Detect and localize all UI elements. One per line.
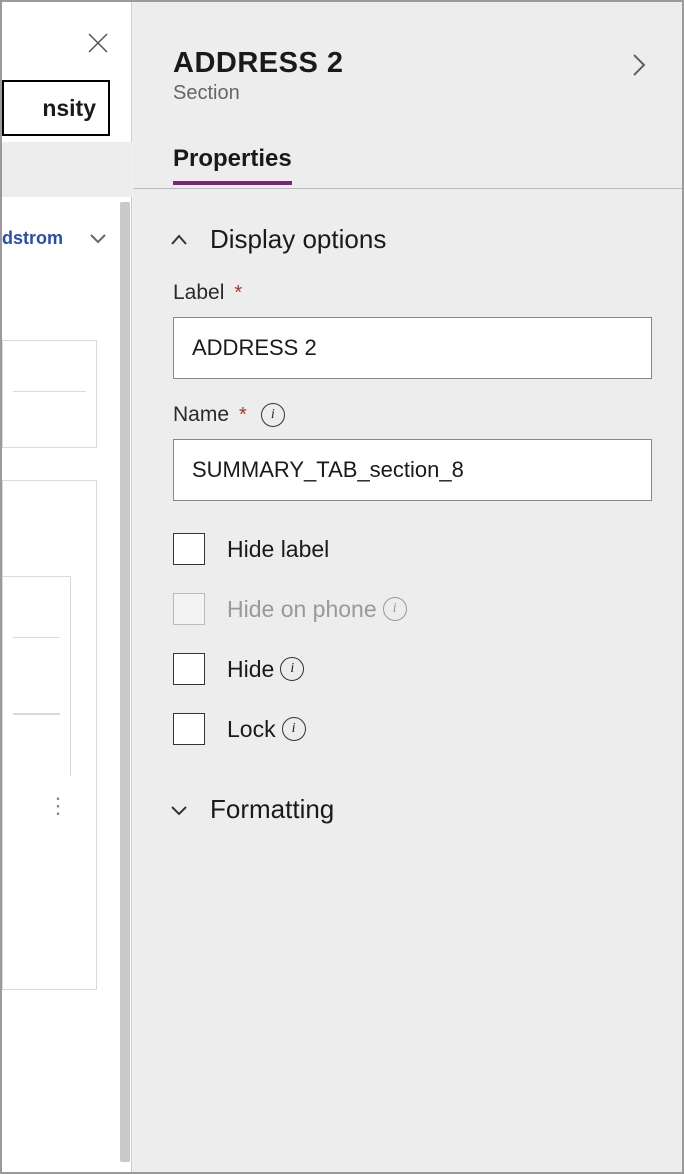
tabs: Properties xyxy=(133,145,682,189)
chevron-right-icon[interactable] xyxy=(626,52,652,78)
content-placeholder: ⋮ xyxy=(2,480,97,990)
chevron-down-icon xyxy=(168,799,190,821)
hide-checkbox[interactable] xyxy=(173,653,205,685)
label-input[interactable] xyxy=(173,317,652,379)
scrollbar[interactable] xyxy=(120,202,130,1162)
properties-panel: ADDRESS 2 Section Properties Display opt… xyxy=(133,2,682,1172)
left-pane: nsity dstrom ⋮ xyxy=(2,2,132,1172)
lock-checkbox[interactable] xyxy=(173,713,205,745)
close-icon[interactable] xyxy=(87,32,109,54)
hide-on-phone-row: Hide on phone i xyxy=(133,579,682,639)
lock-label: Lock i xyxy=(227,716,306,743)
label-field-group: Label * xyxy=(133,275,682,397)
required-indicator: * xyxy=(234,282,242,305)
more-icon[interactable]: ⋮ xyxy=(47,793,67,819)
section-formatting-header[interactable]: Formatting xyxy=(133,759,682,845)
hide-label-checkbox[interactable] xyxy=(173,533,205,565)
name-field-group: Name * i xyxy=(133,397,682,519)
density-button-label: nsity xyxy=(42,95,96,122)
name-field-label: Name * i xyxy=(173,403,652,427)
section-title: Display options xyxy=(210,224,386,255)
hide-label-label: Hide label xyxy=(227,536,329,563)
chevron-up-icon xyxy=(168,229,190,251)
name-input[interactable] xyxy=(173,439,652,501)
link-row[interactable]: dstrom xyxy=(2,227,117,249)
chevron-down-icon[interactable] xyxy=(87,227,109,249)
required-indicator: * xyxy=(239,404,247,427)
panel-header: ADDRESS 2 Section xyxy=(133,2,682,105)
panel-title: ADDRESS 2 xyxy=(173,47,652,80)
info-icon[interactable]: i xyxy=(282,717,306,741)
hide-on-phone-checkbox xyxy=(173,593,205,625)
panel-subtitle: Section xyxy=(173,82,652,105)
content-placeholder xyxy=(2,340,97,448)
density-button[interactable]: nsity xyxy=(2,80,110,136)
info-icon[interactable]: i xyxy=(280,657,304,681)
gray-strip xyxy=(2,142,132,197)
info-icon[interactable]: i xyxy=(261,403,285,427)
tab-properties[interactable]: Properties xyxy=(173,145,292,185)
section-title: Formatting xyxy=(210,794,334,825)
hide-row: Hide i xyxy=(133,639,682,699)
hide-label: Hide i xyxy=(227,656,304,683)
hide-label-row: Hide label xyxy=(133,519,682,579)
info-icon[interactable]: i xyxy=(383,597,407,621)
section-display-options-header[interactable]: Display options xyxy=(133,189,682,275)
hide-on-phone-label: Hide on phone i xyxy=(227,596,407,623)
lock-row: Lock i xyxy=(133,699,682,759)
label-field-label: Label * xyxy=(173,281,652,305)
link-text: dstrom xyxy=(2,228,63,249)
